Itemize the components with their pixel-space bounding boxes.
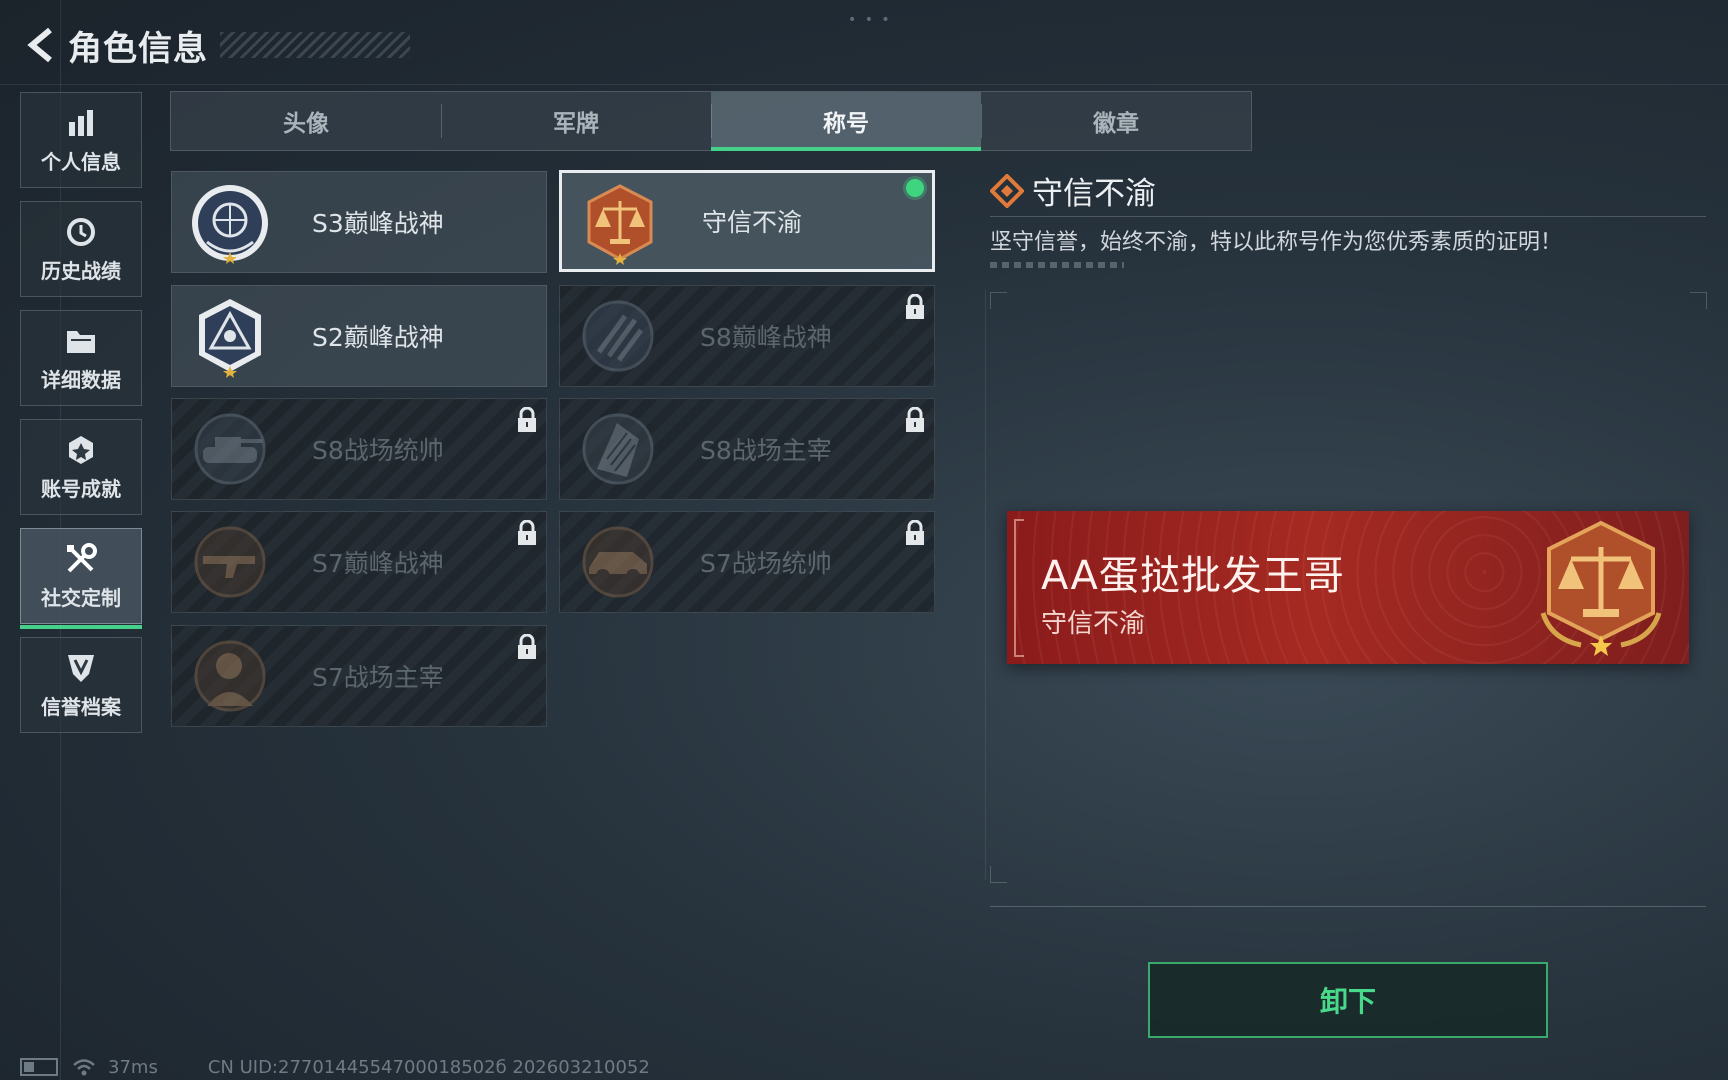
bg-guide-line [0, 84, 1728, 85]
title-card-name: S8巅峰战神 [700, 323, 832, 352]
banner-player-name: AA蛋挞批发王哥 [1041, 553, 1345, 599]
detail-title: 守信不渝 [1032, 176, 1156, 212]
diamond-icon [990, 173, 1024, 208]
lock-icon [518, 634, 536, 659]
sidebar-item-label: 个人信息 [41, 149, 121, 174]
banner-bracket [1014, 519, 1026, 657]
title-card-name: S7战场主宰 [312, 663, 444, 692]
sidebar-item-label: 账号成就 [41, 476, 121, 501]
title-card-locked[interactable]: S7战场统帅 [559, 511, 935, 613]
title-card-locked[interactable]: S8战场统帅 [171, 398, 547, 500]
sidebar-item-personal-info[interactable]: 个人信息 [20, 92, 142, 188]
sidebar-item-social-custom[interactable]: 社交定制 [20, 528, 142, 629]
title-card-locked[interactable]: S7战场主宰 [171, 625, 547, 727]
lock-icon [906, 520, 924, 545]
ping-value: 37ms [108, 1056, 158, 1078]
tab-badge[interactable]: 徽章 [981, 92, 1251, 150]
title-banner-preview: AA蛋挞批发王哥 守信不渝 [1007, 511, 1689, 664]
title-card-name: S2巅峰战神 [312, 323, 444, 352]
tools-icon [64, 542, 98, 576]
bg-guide-line [985, 290, 986, 880]
title-card[interactable]: S2巅峰战神 [171, 285, 547, 387]
detail-description: 坚守信誉，始终不渝，特以此称号作为您优秀素质的证明！ [990, 230, 1563, 255]
building-emblem-icon [582, 413, 654, 485]
sidebar-item-label: 社交定制 [41, 585, 121, 610]
title-card-name: S8战场主宰 [700, 436, 832, 465]
category-tabs: 头像 军牌 称号 徽章 [170, 91, 1252, 151]
detail-header: 守信不渝 [990, 168, 1156, 213]
unequip-button[interactable]: 卸下 [1148, 962, 1548, 1038]
vehicle-emblem-icon [582, 526, 654, 598]
frame-corner [990, 292, 1007, 309]
page-title: 角色信息 [68, 28, 208, 69]
stripes-emblem-icon [582, 300, 654, 372]
tab-avatar[interactable]: 头像 [171, 92, 441, 150]
wifi-icon [73, 1059, 95, 1076]
frame-corner [990, 866, 1007, 883]
bottom-divider [990, 906, 1706, 907]
medal-icon [64, 433, 98, 467]
scales-emblem-icon [1540, 520, 1662, 656]
bar-chart-icon [64, 106, 98, 140]
sidebar: 个人信息 历史战绩 详细数据 账号成就 社交定制 信誉档案 [20, 92, 144, 746]
detail-divider [990, 216, 1706, 217]
title-card-locked[interactable]: S7巅峰战神 [171, 511, 547, 613]
sidebar-item-credit-record[interactable]: 信誉档案 [20, 637, 142, 733]
banner-title: 守信不渝 [1041, 609, 1146, 639]
history-icon [64, 215, 98, 249]
tank-emblem-icon [194, 413, 266, 485]
tab-dog-tag[interactable]: 军牌 [441, 92, 711, 150]
uid-text: CN UID:2770144554700018502б 202603210052 [207, 1056, 650, 1078]
title-card-name: S8战场统帅 [312, 436, 444, 465]
lock-icon [906, 407, 924, 432]
title-card-name: S7战场统帅 [700, 549, 832, 578]
title-card-name: S7巅峰战神 [312, 549, 444, 578]
lock-icon [518, 520, 536, 545]
battery-icon [20, 1058, 58, 1076]
title-hatch-decoration [220, 32, 410, 58]
status-bar: 37ms CN UID:2770144554700018502б 2026032… [20, 1056, 650, 1078]
lock-icon [906, 294, 924, 319]
rifle-emblem-icon [194, 526, 266, 598]
title-card-selected[interactable]: 守信不渝 [559, 170, 935, 272]
triangle-emblem-icon [199, 299, 261, 378]
soldier-emblem-icon [194, 640, 266, 712]
sidebar-item-detailed-data[interactable]: 详细数据 [20, 310, 142, 406]
shield-icon [64, 651, 98, 685]
globe-emblem-icon [192, 185, 268, 264]
frame-corner [1690, 292, 1707, 309]
tab-title[interactable]: 称号 [711, 92, 981, 151]
scales-emblem-icon [587, 184, 653, 265]
title-card-locked[interactable]: S8战场主宰 [559, 398, 935, 500]
folder-icon [64, 324, 98, 358]
sidebar-item-history[interactable]: 历史战绩 [20, 201, 142, 297]
lock-icon [518, 407, 536, 432]
sidebar-item-label: 详细数据 [41, 367, 121, 392]
equipped-indicator [906, 179, 924, 197]
back-arrow-icon [27, 27, 52, 63]
title-card-locked[interactable]: S8巅峰战神 [559, 285, 935, 387]
detail-tick-decoration [990, 262, 1124, 268]
back-button[interactable] [20, 23, 64, 67]
title-card-name: 守信不渝 [702, 208, 803, 237]
sidebar-item-label: 信誉档案 [41, 694, 121, 719]
top-dots-decoration: • • • [848, 12, 892, 28]
sidebar-item-label: 历史战绩 [41, 258, 121, 283]
sidebar-item-achievements[interactable]: 账号成就 [20, 419, 142, 515]
header: 角色信息 [20, 20, 410, 70]
title-card[interactable]: S3巅峰战神 [171, 171, 547, 273]
title-card-name: S3巅峰战神 [312, 209, 444, 238]
